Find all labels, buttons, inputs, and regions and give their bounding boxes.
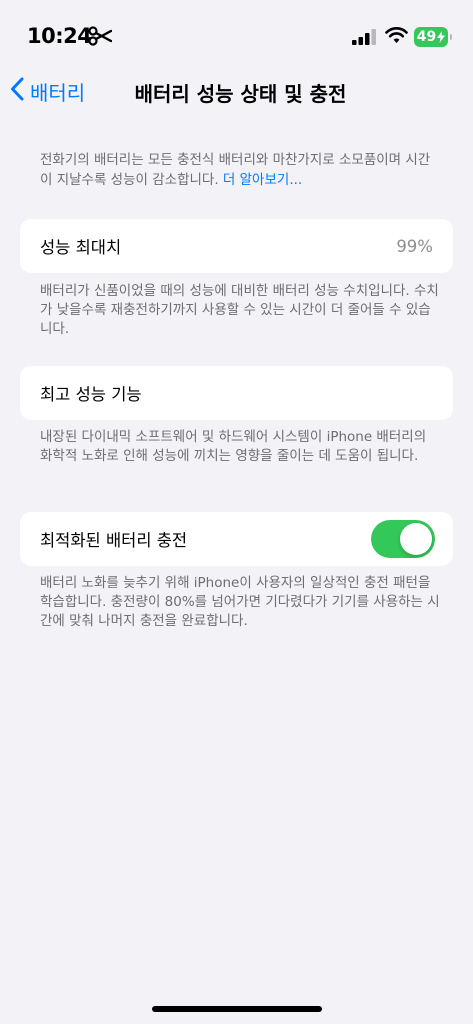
max-capacity-footnote: 배터리가 신품이었을 때의 성능에 대비한 배터리 성능 수치입니다. 수치가 … (40, 283, 439, 337)
peak-performance-footnote: 내장된 다이내믹 소프트웨어 및 하드웨어 시스템이 iPhone 배터리의 화… (40, 429, 427, 464)
toggle-knob (400, 523, 432, 555)
page-title: 배터리 성능 상태 및 충전 (134, 82, 347, 106)
navigation-bar: 배터리 배터리 성능 상태 및 충전 (0, 70, 473, 114)
home-indicator[interactable] (152, 1006, 322, 1012)
wifi-icon (385, 26, 408, 48)
peak-performance-label: 최고 성능 기능 (40, 385, 142, 404)
learn-more-link[interactable]: 더 알아보기... (223, 172, 302, 188)
optimized-charging-row: 최적화된 배터리 충전 (20, 512, 453, 566)
cellular-signal-icon (352, 29, 376, 49)
max-capacity-row: 성능 최대치 99% (20, 219, 453, 273)
scissors-icon (88, 26, 113, 50)
intro-text: 전화기의 배터리는 모든 충전식 배터리와 마찬가지로 소모품이며 시간이 지날… (40, 150, 440, 190)
battery-icon: 49 (414, 27, 452, 47)
optimized-charging-toggle[interactable] (371, 520, 435, 558)
status-bar: 10:24 49 (0, 0, 473, 70)
max-capacity-label: 성능 최대치 (40, 238, 122, 257)
battery-percent: 49 (416, 29, 437, 45)
peak-performance-row[interactable]: 최고 성능 기능 (20, 366, 453, 420)
optimized-charging-label: 최적화된 배터리 충전 (40, 531, 188, 550)
max-capacity-value: 99% (396, 236, 433, 256)
optimized-charging-footnote: 배터리 노화를 늦추기 위해 iPhone이 사용자의 일상적인 충전 패턴을 … (40, 575, 440, 629)
status-time: 10:24 (27, 24, 92, 48)
